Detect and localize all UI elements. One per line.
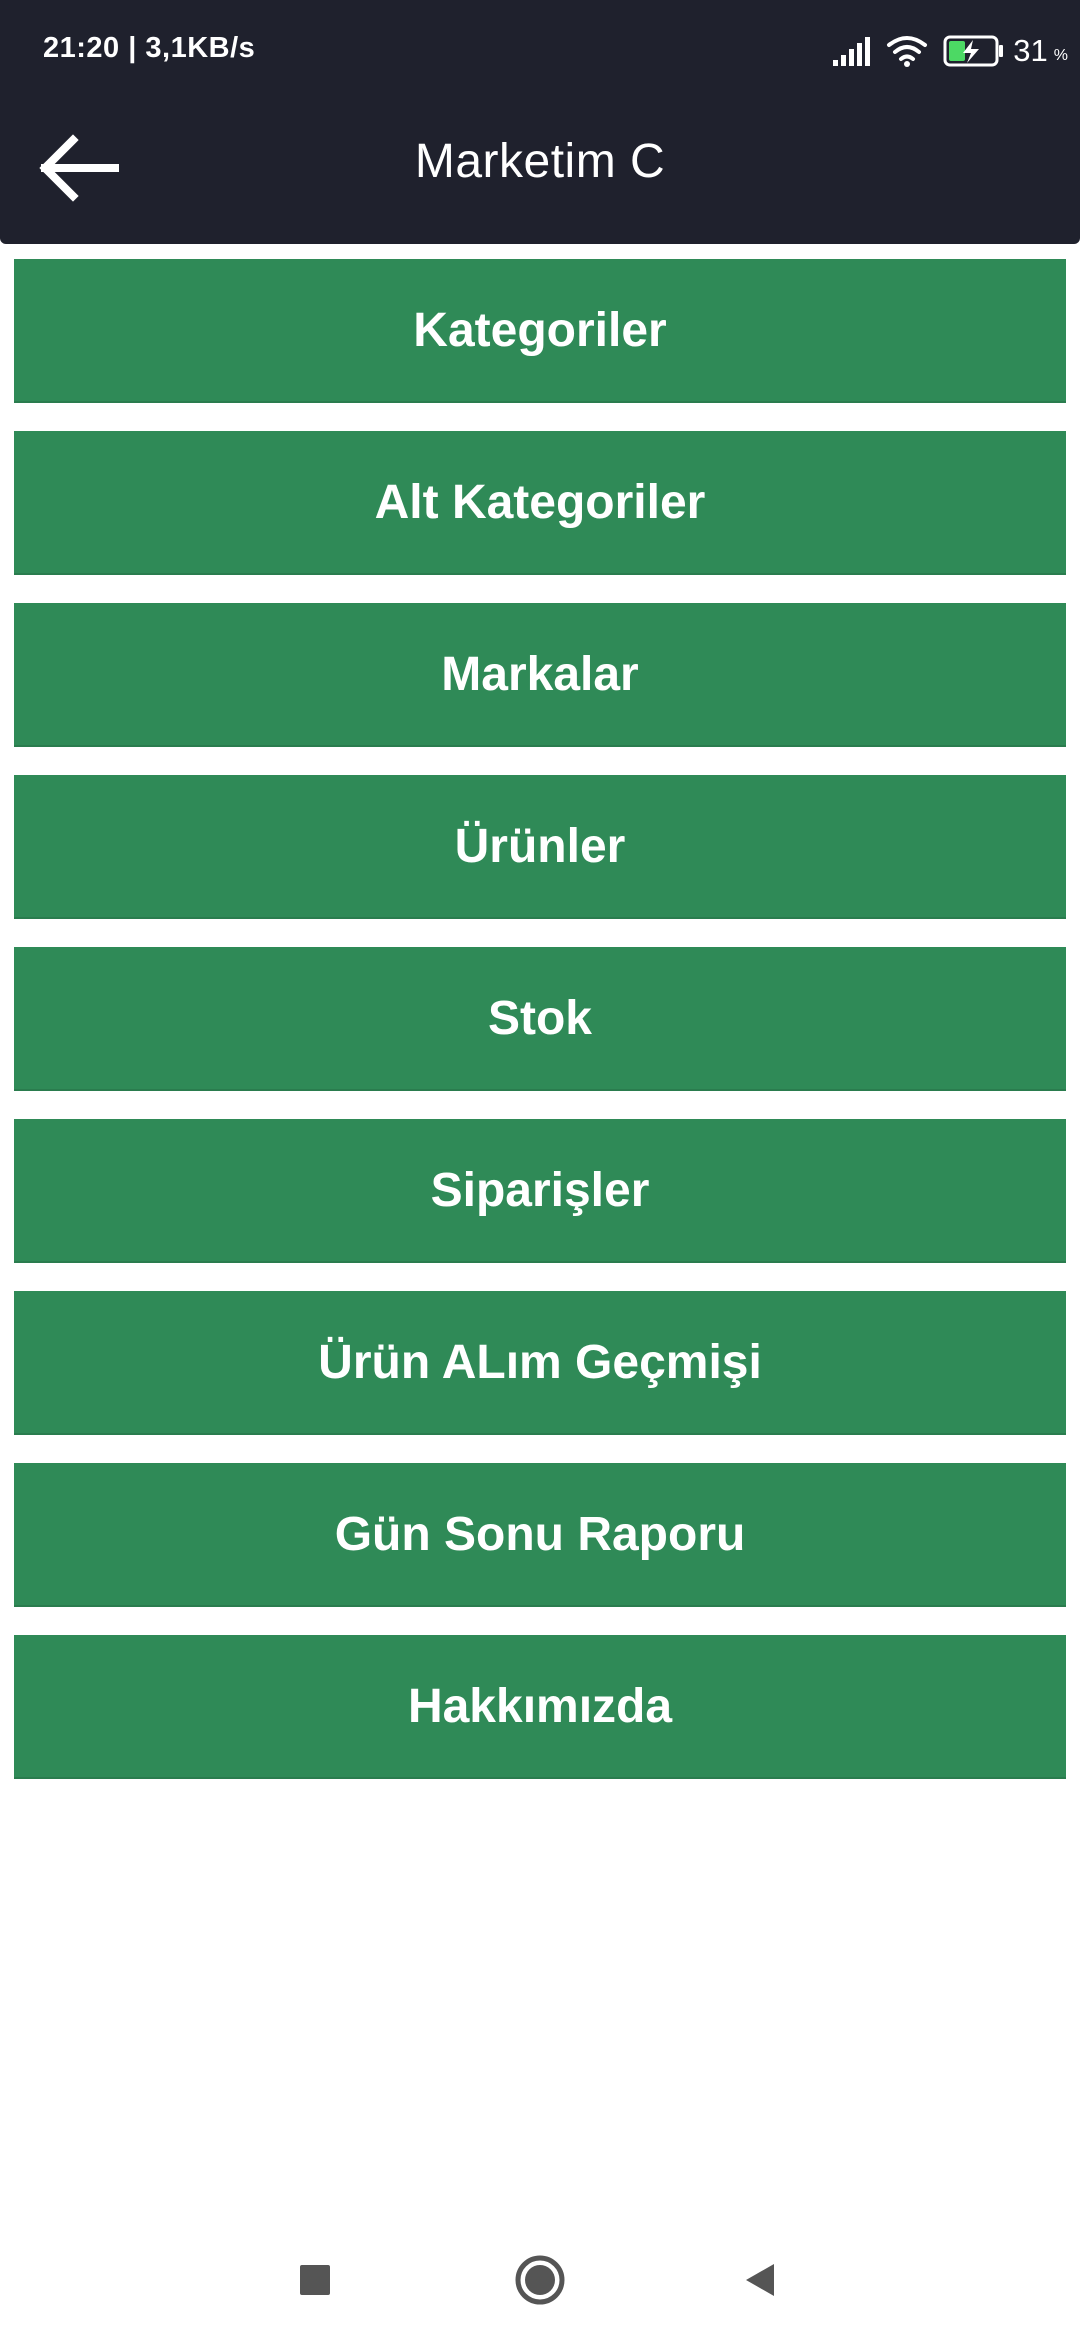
- menu-button-hakkimizda[interactable]: Hakkımızda: [14, 1635, 1066, 1779]
- battery-percent: 31: [1013, 33, 1048, 68]
- menu-button-urun-alim-gecmisi[interactable]: Ürün ALım Geçmişi: [14, 1291, 1066, 1435]
- menu-button-markalar[interactable]: Markalar: [14, 603, 1066, 747]
- system-back-button[interactable]: [710, 2230, 810, 2330]
- menu-button-kategoriler[interactable]: Kategoriler: [14, 259, 1066, 403]
- main-menu: Kategoriler Alt Kategoriler Markalar Ürü…: [14, 259, 1066, 1807]
- app-bar: Marketim C: [0, 88, 1080, 244]
- recent-apps-icon: [300, 2265, 330, 2295]
- menu-button-stok[interactable]: Stok: [14, 947, 1066, 1091]
- signal-icon: [833, 37, 871, 66]
- system-navigation-bar: [0, 2230, 1080, 2340]
- home-icon: [515, 2255, 565, 2305]
- status-bar: 21:20 | 3,1KB/s 31 %: [0, 0, 1080, 88]
- home-button[interactable]: [490, 2230, 590, 2330]
- top-bar-container: 21:20 | 3,1KB/s 31 % Marketim C: [0, 0, 1080, 244]
- wifi-icon: [887, 36, 928, 67]
- recent-apps-button[interactable]: [265, 2230, 365, 2330]
- menu-button-siparisler[interactable]: Siparişler: [14, 1119, 1066, 1263]
- battery-charging-icon: [943, 35, 1004, 67]
- menu-button-gun-sonu-raporu[interactable]: Gün Sonu Raporu: [14, 1463, 1066, 1607]
- menu-button-alt-kategoriler[interactable]: Alt Kategoriler: [14, 431, 1066, 575]
- menu-button-urunler[interactable]: Ürünler: [14, 775, 1066, 919]
- page-title: Marketim C: [414, 135, 666, 188]
- status-icons: 31 %: [831, 26, 1068, 76]
- status-time-speed: 21:20 | 3,1KB/s: [43, 32, 256, 64]
- back-icon: [746, 2264, 774, 2296]
- battery-unit: %: [1053, 47, 1068, 64]
